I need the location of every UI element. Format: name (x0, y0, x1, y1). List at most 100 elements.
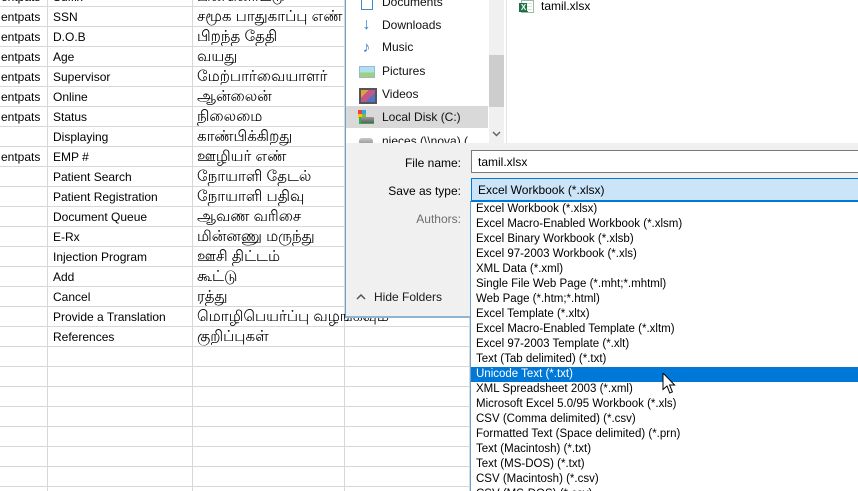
file-type-option[interactable]: Excel 97-2003 Workbook (*.xls) (471, 247, 858, 262)
cell-english-term[interactable]: Status (48, 107, 193, 126)
cell-english-term[interactable]: Age (48, 47, 193, 66)
cell-empty[interactable] (345, 487, 470, 491)
cell-english-term[interactable]: Add (48, 267, 193, 286)
save-as-type-combobox[interactable]: Excel Workbook (*.xlsx) (471, 178, 858, 201)
cell-tamil-translation[interactable]: மொழிபெயர்ப்பு வழங்கவும் (193, 307, 345, 326)
cell-empty[interactable] (345, 347, 470, 366)
cell-tamil-translation[interactable]: பின்னொட்டு (193, 0, 345, 6)
cell-tamil-translation[interactable]: சமூக பாதுகாப்பு எண் (193, 7, 345, 26)
cell-tamil-translation[interactable] (193, 407, 345, 426)
scroll-down-icon[interactable] (489, 125, 504, 143)
cell-entpats[interactable] (0, 407, 48, 426)
cell-entpats[interactable]: entpats (0, 107, 48, 126)
cell-entpats[interactable] (0, 487, 48, 491)
cell-english-term[interactable] (48, 387, 193, 406)
sidebar-item-pictures[interactable]: Pictures (346, 60, 488, 82)
cell-entpats[interactable]: entpats (0, 47, 48, 66)
cell-entpats[interactable]: entpats (0, 27, 48, 46)
cell-entpats[interactable]: entpats (0, 0, 48, 6)
cell-english-term[interactable]: Patient Registration (48, 187, 193, 206)
cell-tamil-translation[interactable]: ஆவண வரிசை (193, 207, 345, 226)
file-type-option[interactable]: CSV (Macintosh) (*.csv) (471, 472, 858, 487)
cell-tamil-translation[interactable] (193, 347, 345, 366)
hide-folders-button[interactable]: Hide Folders (356, 286, 442, 308)
cell-english-term[interactable]: Online (48, 87, 193, 106)
cell-english-term[interactable] (48, 347, 193, 366)
cell-english-term[interactable] (48, 407, 193, 426)
cell-english-term[interactable]: Provide a Translation (48, 307, 193, 326)
file-type-option[interactable]: Excel Template (*.xltx) (471, 307, 858, 322)
cell-entpats[interactable] (0, 227, 48, 246)
cell-entpats[interactable] (0, 247, 48, 266)
cell-tamil-translation[interactable] (193, 387, 345, 406)
cell-entpats[interactable]: entpats (0, 87, 48, 106)
cell-entpats[interactable] (0, 427, 48, 446)
cell-entpats[interactable] (0, 167, 48, 186)
cell-tamil-translation[interactable]: காண்பிக்கிறது (193, 127, 345, 146)
sidebar-item-network-drive[interactable]: nieces (\\nova) ( (346, 130, 488, 143)
cell-tamil-translation[interactable]: ஊழியர் எண் (193, 147, 345, 166)
cell-entpats[interactable] (0, 387, 48, 406)
cell-english-term[interactable]: E-Rx (48, 227, 193, 246)
sidebar-scrollbar[interactable] (489, 0, 504, 143)
cell-tamil-translation[interactable]: கூட்டு (193, 267, 345, 286)
cell-tamil-translation[interactable]: ஊசி திட்டம் (193, 247, 345, 266)
cell-entpats[interactable]: entpats (0, 147, 48, 166)
file-type-option[interactable]: Text (MS-DOS) (*.txt) (471, 457, 858, 472)
cell-english-term[interactable]: D.O.B (48, 27, 193, 46)
file-type-option[interactable]: XML Data (*.xml) (471, 262, 858, 277)
cell-entpats[interactable] (0, 127, 48, 146)
cell-english-term[interactable] (48, 487, 193, 491)
cell-english-term[interactable] (48, 367, 193, 386)
cell-entpats[interactable]: entpats (0, 67, 48, 86)
file-type-option[interactable]: Excel Workbook (*.xlsx) (471, 202, 858, 217)
sidebar-item-downloads[interactable]: Downloads (346, 14, 488, 36)
file-type-option[interactable]: Formatted Text (Space delimited) (*.prn) (471, 427, 858, 442)
cell-tamil-translation[interactable]: மேற்பார்வையாளர் (193, 67, 345, 86)
sidebar-item-local-disk[interactable]: Local Disk (C:) (346, 106, 488, 128)
cell-tamil-translation[interactable] (193, 447, 345, 466)
cell-entpats[interactable] (0, 287, 48, 306)
sidebar-item-music[interactable]: Music (346, 36, 488, 58)
file-type-option[interactable]: Text (Macintosh) (*.txt) (471, 442, 858, 457)
cell-entpats[interactable] (0, 447, 48, 466)
cell-empty[interactable] (345, 467, 470, 486)
cell-empty[interactable] (345, 367, 470, 386)
cell-empty[interactable] (345, 387, 470, 406)
cell-entpats[interactable] (0, 207, 48, 226)
file-type-option[interactable]: Excel Macro-Enabled Workbook (*.xlsm) (471, 217, 858, 232)
file-type-option[interactable]: Web Page (*.htm;*.html) (471, 292, 858, 307)
file-type-option[interactable]: CSV (MS-DOS) (*.csv) (471, 487, 858, 491)
file-type-option[interactable]: Text (Tab delimited) (*.txt) (471, 352, 858, 367)
cell-tamil-translation[interactable]: மின்னணு மருந்து (193, 227, 345, 246)
cell-empty[interactable] (345, 427, 470, 446)
cell-entpats[interactable]: entpats (0, 7, 48, 26)
cell-english-term[interactable] (48, 427, 193, 446)
cell-english-term[interactable]: Cancel (48, 287, 193, 306)
cell-tamil-translation[interactable] (193, 467, 345, 486)
cell-entpats[interactable] (0, 367, 48, 386)
cell-english-term[interactable]: Patient Search (48, 167, 193, 186)
cell-tamil-translation[interactable]: நோயாளி தேடல் (193, 167, 345, 186)
cell-english-term[interactable]: Document Queue (48, 207, 193, 226)
cell-entpats[interactable] (0, 307, 48, 326)
cell-english-term[interactable]: Displaying (48, 127, 193, 146)
file-name-input[interactable] (471, 150, 858, 173)
cell-english-term[interactable] (48, 467, 193, 486)
sidebar-item-videos[interactable]: Videos (346, 83, 488, 105)
cell-tamil-translation[interactable] (193, 367, 345, 386)
cell-tamil-translation[interactable]: குறிப்புகள் (193, 327, 345, 346)
cell-english-term[interactable]: SSN (48, 7, 193, 26)
cell-tamil-translation[interactable] (193, 487, 345, 491)
cell-english-term[interactable]: Supervisor (48, 67, 193, 86)
file-type-option[interactable]: Single File Web Page (*.mht;*.mhtml) (471, 277, 858, 292)
cell-english-term[interactable]: Injection Program (48, 247, 193, 266)
sidebar-item-documents[interactable]: Documents (346, 0, 488, 13)
cell-tamil-translation[interactable]: வயது (193, 47, 345, 66)
cell-empty[interactable] (345, 327, 470, 346)
cell-tamil-translation[interactable]: ரத்து (193, 287, 345, 306)
cell-tamil-translation[interactable]: பிறந்த தேதி (193, 27, 345, 46)
cell-english-term[interactable] (48, 447, 193, 466)
cell-english-term[interactable]: Suffix (48, 0, 193, 6)
scrollbar-thumb[interactable] (489, 55, 504, 107)
